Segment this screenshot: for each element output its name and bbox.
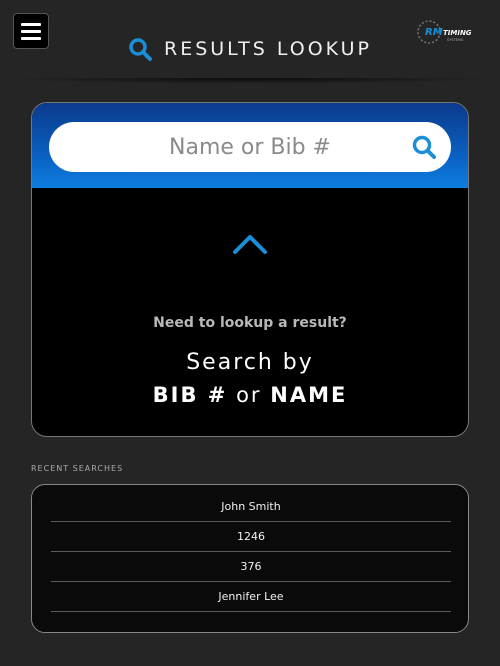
svg-text:SYSTEMS: SYSTEMS <box>447 38 464 42</box>
search-input[interactable] <box>49 122 451 172</box>
search-submit-icon[interactable] <box>411 134 437 160</box>
name-option: NAME <box>270 383 348 407</box>
up-arrow-icon <box>233 235 267 301</box>
search-panel: Need to lookup a result? Search by BIB #… <box>31 102 469 437</box>
search-bar-header <box>32 103 468 188</box>
recent-searches-list: John Smith 1246 376 Jennifer Lee <box>31 484 469 633</box>
bib-option: BIB # <box>152 383 228 407</box>
svg-text:TIMING: TIMING <box>443 29 472 37</box>
menu-bar <box>21 22 41 26</box>
search-by-label: Search by <box>186 350 314 375</box>
recent-searches-heading: RECENT SEARCHES <box>31 464 124 473</box>
rm-timing-logo: RM TIMING SYSTEMS <box>415 18 477 48</box>
search-icon <box>129 38 152 61</box>
or-label: or <box>236 383 262 407</box>
recent-search-item[interactable]: 376 <box>51 551 451 582</box>
recent-search-item[interactable]: John Smith <box>51 491 451 522</box>
svg-text:RM: RM <box>425 27 443 38</box>
lookup-question: Need to lookup a result? <box>153 315 347 331</box>
search-field[interactable] <box>49 122 451 172</box>
recent-search-item[interactable]: Jennifer Lee <box>51 581 451 612</box>
header-divider <box>0 78 500 84</box>
menu-bar <box>21 29 41 33</box>
search-options-label: BIB # or NAME <box>32 383 468 407</box>
recent-search-item[interactable]: 1246 <box>51 521 451 552</box>
page-title: RESULTS LOOKUP <box>164 38 372 60</box>
